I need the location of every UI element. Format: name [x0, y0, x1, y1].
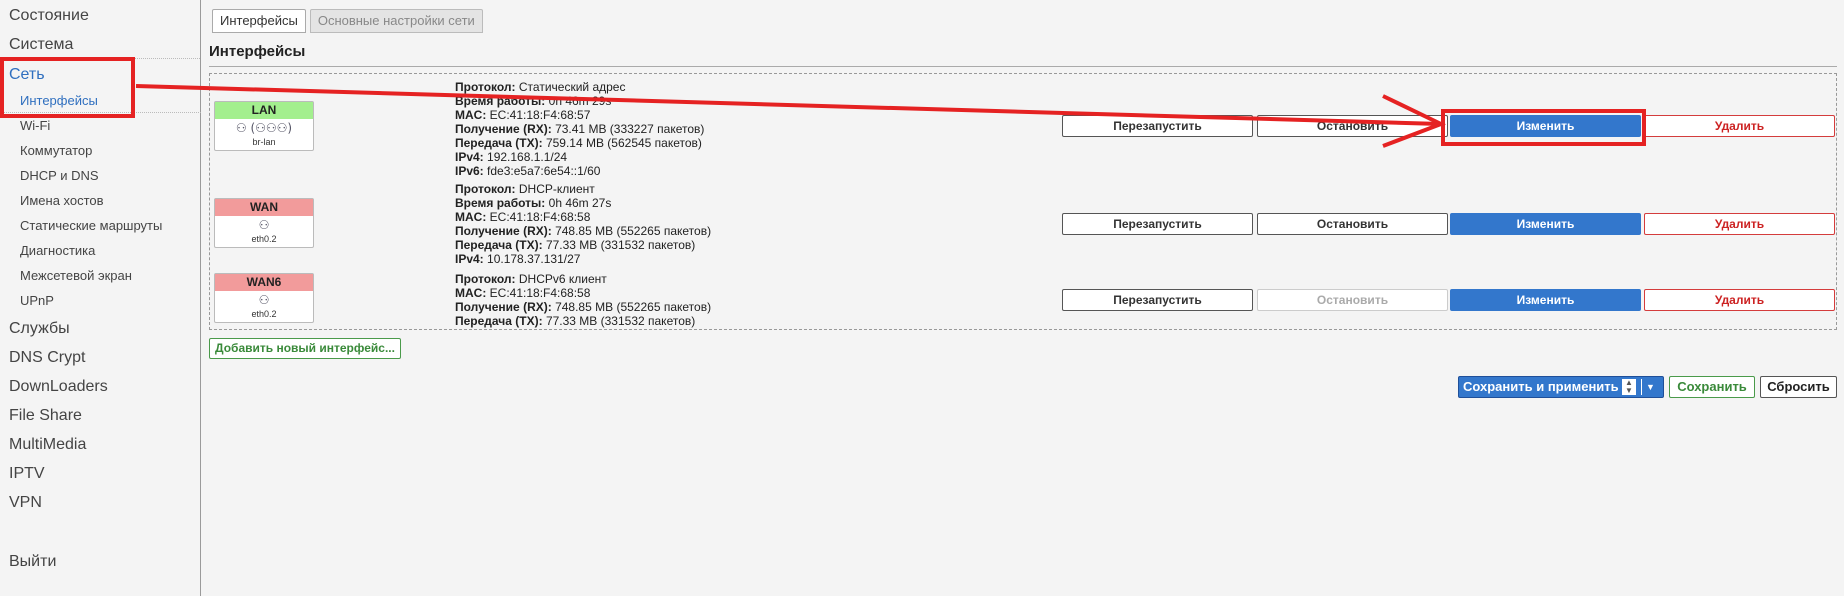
- interface-info: Протокол: DHCPv6 клиент MAC: EC:41:18:F4…: [455, 272, 711, 328]
- interface-info: Протокол: DHCP-клиент Время работы: 0h 4…: [455, 182, 711, 266]
- menu-file-share[interactable]: File Share: [0, 400, 200, 429]
- menu-network-upnp[interactable]: UPnP: [0, 288, 200, 313]
- menu-status[interactable]: Состояние: [0, 0, 200, 29]
- menu-network-group: Сеть Интерфейсы: [0, 58, 201, 113]
- info-line: Передача (TX): 759.14 MB (562545 пакетов…: [455, 136, 702, 150]
- info-line: IPv4: 192.168.1.1/24: [455, 150, 568, 164]
- interfaces-table: LAN ⚇ (⚇⚇⚇) br-lan Протокол: Статический…: [209, 73, 1837, 330]
- menu-network-hostnames[interactable]: Имена хостов: [0, 188, 200, 213]
- menu-spacer: [0, 516, 200, 546]
- info-line: Передача (TX): 77.33 MB (331532 пакетов): [455, 238, 696, 252]
- edit-button[interactable]: Изменить: [1450, 213, 1641, 235]
- menu-network-switch[interactable]: Коммутатор: [0, 138, 200, 163]
- interface-name: WAN6: [215, 274, 313, 291]
- info-line: MAC: EC:41:18:F4:68:57: [455, 108, 591, 122]
- spinner-icon[interactable]: ▲ ▼: [1622, 379, 1636, 395]
- save-button[interactable]: Сохранить: [1669, 376, 1755, 398]
- menu-system[interactable]: Система: [0, 29, 200, 58]
- info-line: Получение (RX): 748.85 MB (552265 пакето…: [455, 300, 712, 314]
- interface-badge-lan: LAN ⚇ (⚇⚇⚇) br-lan: [214, 101, 314, 151]
- interface-badge-wan6: WAN6 ⚇ eth0.2: [214, 273, 314, 323]
- interface-name: WAN: [215, 199, 313, 216]
- menu-network-interfaces[interactable]: Интерфейсы: [0, 88, 201, 113]
- section-title: Интерфейсы: [209, 43, 1837, 67]
- menu-downloaders[interactable]: DownLoaders: [0, 371, 200, 400]
- menu-iptv[interactable]: IPTV: [0, 458, 200, 487]
- menu-multimedia[interactable]: MultiMedia: [0, 429, 200, 458]
- save-apply-button[interactable]: Сохранить и применить ▲ ▼ ▼: [1458, 376, 1664, 398]
- interface-info: Протокол: Статический адрес Время работы…: [455, 80, 704, 178]
- info-line: IPv6: fde3:e5a7:6e54::1/60: [455, 164, 601, 178]
- restart-button[interactable]: Перезапустить: [1062, 289, 1253, 311]
- stop-button: Остановить: [1257, 289, 1448, 311]
- chevron-down-icon[interactable]: ▼: [1641, 379, 1659, 395]
- tab-general-settings[interactable]: Основные настройки сети: [309, 9, 483, 33]
- interface-device: eth0.2: [251, 309, 277, 319]
- menu-logout[interactable]: Выйти: [0, 546, 200, 575]
- tab-interfaces[interactable]: Интерфейсы: [212, 9, 306, 33]
- menu-vpn[interactable]: VPN: [0, 487, 200, 516]
- network-port-icon: ⚇ (⚇⚇⚇): [235, 121, 293, 135]
- delete-button[interactable]: Удалить: [1644, 115, 1835, 137]
- interface-badge-wan: WAN ⚇ eth0.2: [214, 198, 314, 248]
- info-line: Время работы: 0h 46m 29s: [455, 94, 612, 108]
- menu-network-dhcp-dns[interactable]: DHCP и DNS: [0, 163, 200, 188]
- info-line: Протокол: DHCP-клиент: [455, 182, 595, 196]
- edit-button[interactable]: Изменить: [1450, 115, 1641, 137]
- tab-bar: Интерфейсы Основные настройки сети: [212, 9, 483, 33]
- menu-network-static-routes[interactable]: Статические маршруты: [0, 213, 200, 238]
- network-port-icon: ⚇: [258, 293, 270, 307]
- stop-button[interactable]: Остановить: [1257, 213, 1448, 235]
- restart-button[interactable]: Перезапустить: [1062, 213, 1253, 235]
- info-line: IPv4: 10.178.37.131/27: [455, 252, 581, 266]
- save-apply-label: Сохранить и применить: [1463, 379, 1619, 394]
- interface-device: br-lan: [252, 137, 276, 147]
- stop-button[interactable]: Остановить: [1257, 115, 1448, 137]
- delete-button[interactable]: Удалить: [1644, 213, 1835, 235]
- sidebar: Состояние Система Сеть Интерфейсы Wi-Fi …: [0, 0, 201, 596]
- interface-device: eth0.2: [251, 234, 277, 244]
- menu-network-wifi[interactable]: Wi-Fi: [0, 113, 200, 138]
- menu-network-firewall[interactable]: Межсетевой экран: [0, 263, 200, 288]
- info-line: Протокол: Статический адрес: [455, 80, 626, 94]
- info-line: MAC: EC:41:18:F4:68:58: [455, 286, 591, 300]
- interface-name: LAN: [215, 102, 313, 119]
- info-line: Протокол: DHCPv6 клиент: [455, 272, 607, 286]
- edit-button[interactable]: Изменить: [1450, 289, 1641, 311]
- info-line: Получение (RX): 73.41 MB (333227 пакетов…: [455, 122, 705, 136]
- restart-button[interactable]: Перезапустить: [1062, 115, 1253, 137]
- reset-button[interactable]: Сбросить: [1760, 376, 1837, 398]
- main-content: Интерфейсы Основные настройки сети Интер…: [202, 0, 1844, 596]
- info-line: MAC: EC:41:18:F4:68:58: [455, 210, 591, 224]
- info-line: Передача (TX): 77.33 MB (331532 пакетов): [455, 314, 696, 328]
- menu-dns-crypt[interactable]: DNS Crypt: [0, 342, 200, 371]
- menu-network-diagnostics[interactable]: Диагностика: [0, 238, 200, 263]
- add-interface-button[interactable]: Добавить новый интерфейс...: [209, 338, 401, 359]
- network-port-icon: ⚇: [258, 218, 270, 232]
- menu-network[interactable]: Сеть: [0, 59, 200, 88]
- info-line: Получение (RX): 748.85 MB (552265 пакето…: [455, 224, 712, 238]
- menu-services[interactable]: Службы: [0, 313, 200, 342]
- info-line: Время работы: 0h 46m 27s: [455, 196, 612, 210]
- delete-button[interactable]: Удалить: [1644, 289, 1835, 311]
